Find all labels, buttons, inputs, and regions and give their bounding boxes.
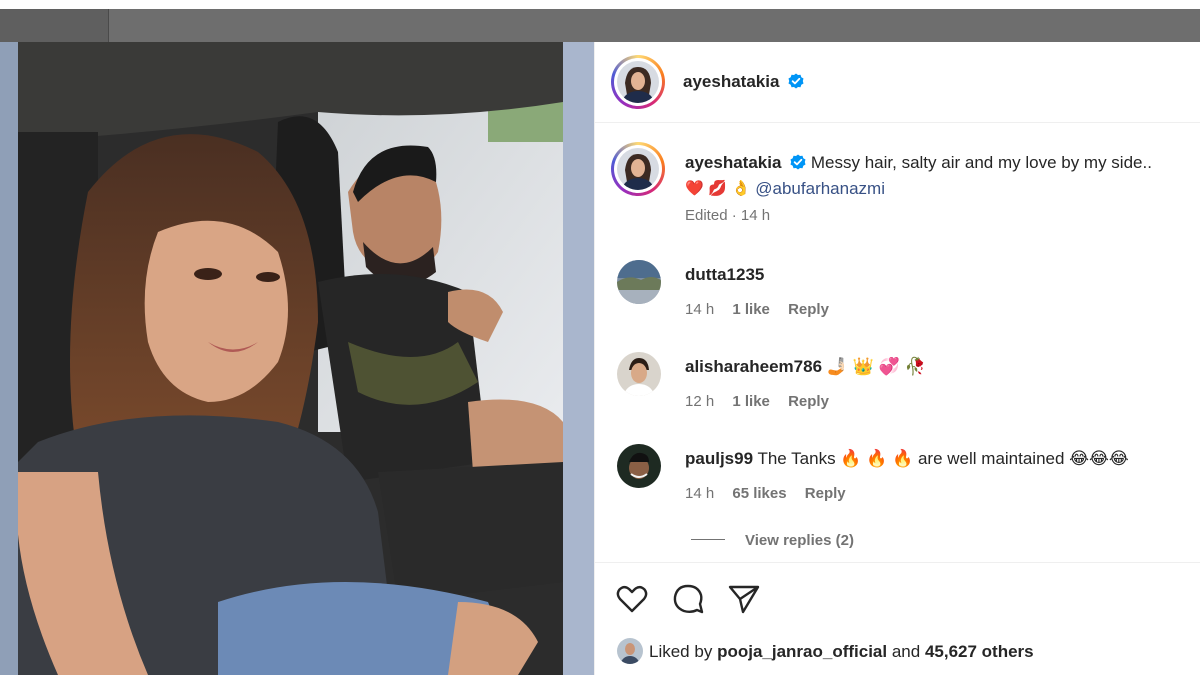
verified-badge-icon bbox=[790, 154, 806, 170]
caption-body: Messy hair, salty air and my love by my … bbox=[810, 153, 1152, 172]
media-panel-gap bbox=[563, 42, 594, 675]
comment-icon[interactable] bbox=[671, 582, 705, 616]
comment-item: pauljs99 The Tanks 🔥 🔥 🔥 are well mainta… bbox=[595, 444, 1200, 524]
author-avatar[interactable] bbox=[611, 55, 665, 109]
comment-reply-button[interactable]: Reply bbox=[788, 393, 829, 410]
caption-username[interactable]: ayeshatakia bbox=[685, 153, 781, 172]
comment-time: 14 h bbox=[685, 485, 715, 502]
comment-like-count[interactable]: 1 like bbox=[732, 301, 770, 318]
header-username[interactable]: ayeshatakia bbox=[683, 72, 779, 91]
heart-icon[interactable] bbox=[615, 582, 649, 616]
caption-text: ayeshatakia Messy hair, salty air and my… bbox=[685, 150, 1195, 229]
liked-by-prefix: Liked by bbox=[649, 642, 713, 661]
replies-divider bbox=[691, 539, 725, 540]
comment-time: 14 h bbox=[685, 301, 715, 318]
liked-by-line: Liked by pooja_janrao_official and 45,62… bbox=[617, 638, 1034, 664]
browser-tab-strip bbox=[0, 9, 1200, 42]
avatar-image bbox=[617, 260, 661, 304]
comment-reply-button[interactable]: Reply bbox=[805, 485, 846, 502]
avatar-image bbox=[617, 61, 659, 103]
heart-emoji: ❤️ bbox=[685, 180, 704, 197]
avatar-image bbox=[617, 148, 659, 190]
liked-by-user-link[interactable]: pooja_janrao_official bbox=[717, 642, 887, 661]
verified-badge-icon bbox=[788, 73, 804, 89]
comment-username[interactable]: dutta1235 bbox=[685, 265, 764, 284]
avatar-image bbox=[617, 352, 661, 396]
comment-text: The Tanks 🔥 🔥 🔥 are well maintained 😂😂😂 bbox=[757, 449, 1129, 468]
caption-author-avatar[interactable] bbox=[611, 142, 665, 196]
comment-username[interactable]: pauljs99 bbox=[685, 449, 753, 468]
comment-meta: 12 h 1 like Reply bbox=[685, 393, 843, 410]
post-action-bar bbox=[595, 582, 1200, 622]
comment-meta: 14 h 1 like Reply bbox=[685, 301, 843, 318]
media-panel-edge bbox=[0, 42, 18, 675]
post-photo[interactable] bbox=[18, 42, 563, 675]
comment-item: dutta1235 14 h 1 like Reply bbox=[595, 260, 1200, 340]
lips-emoji: 💋 bbox=[708, 180, 728, 197]
browser-tab[interactable] bbox=[0, 9, 109, 42]
share-icon[interactable] bbox=[727, 582, 761, 616]
comment-time: 12 h bbox=[685, 393, 715, 410]
caption-meta: Edited · 14 h bbox=[685, 207, 771, 224]
comment-avatar[interactable] bbox=[617, 352, 661, 396]
avatar-image bbox=[617, 444, 661, 488]
comment-avatar[interactable] bbox=[617, 444, 661, 488]
post-photo-illustration bbox=[18, 42, 563, 675]
comment-avatar[interactable] bbox=[617, 260, 661, 304]
comment-username[interactable]: alisharaheem786 bbox=[685, 357, 822, 376]
liker-avatar[interactable] bbox=[617, 638, 643, 664]
comment-like-count[interactable]: 1 like bbox=[732, 393, 770, 410]
comment-like-count[interactable]: 65 likes bbox=[732, 485, 786, 502]
post-header: ayeshatakia bbox=[595, 42, 1200, 123]
comment-item: alisharaheem786 🤳🏻 👑 💞 🥀 12 h 1 like Rep… bbox=[595, 352, 1200, 432]
actions-divider bbox=[595, 562, 1200, 563]
ok-hand-emoji: 👌 bbox=[731, 180, 751, 197]
view-replies-button[interactable]: View replies (2) bbox=[691, 532, 854, 549]
liked-by-others-link[interactable]: 45,627 others bbox=[925, 642, 1034, 661]
comment-reply-button[interactable]: Reply bbox=[788, 301, 829, 318]
browser-top-bar bbox=[0, 0, 1200, 42]
comment-meta: 14 h 65 likes Reply bbox=[685, 485, 860, 502]
avatar-image bbox=[617, 638, 643, 664]
caption-mention-link[interactable]: @abufarhanazmi bbox=[755, 179, 885, 198]
post-side-panel: ayeshatakia ayeshatakia Messy hair, salt… bbox=[594, 42, 1200, 675]
view-replies-label: View replies (2) bbox=[745, 532, 854, 549]
comment-text: 🤳🏻 👑 💞 🥀 bbox=[826, 357, 926, 376]
liked-by-conjunction: and bbox=[891, 642, 921, 661]
